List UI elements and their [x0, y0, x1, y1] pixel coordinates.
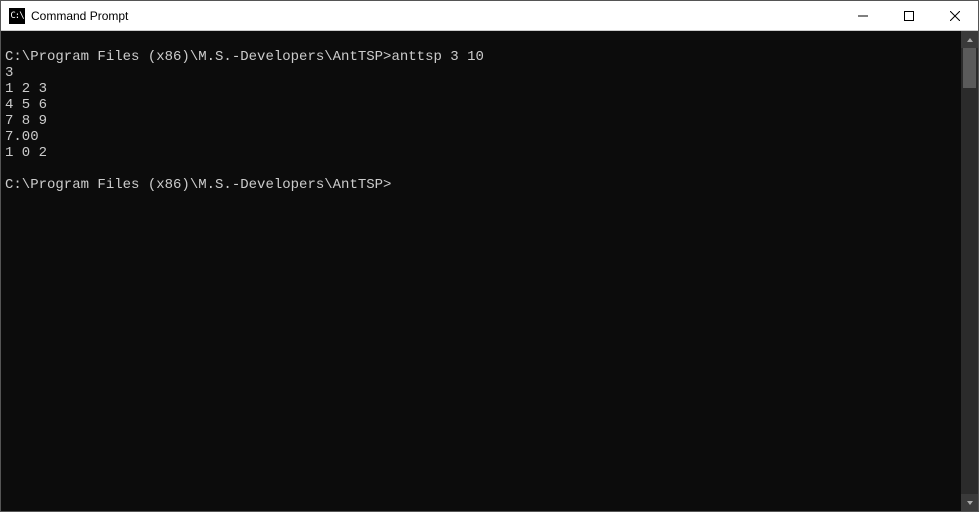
- scroll-up-arrow-icon[interactable]: [961, 31, 978, 48]
- terminal-line: [5, 33, 957, 49]
- terminal-line: 7.00: [5, 129, 957, 145]
- close-button[interactable]: [932, 1, 978, 31]
- terminal-line: 1 2 3: [5, 81, 957, 97]
- client-area: C:\Program Files (x86)\M.S.-Developers\A…: [1, 31, 978, 511]
- terminal-line: 3: [5, 65, 957, 81]
- window-title: Command Prompt: [31, 9, 128, 23]
- maximize-button[interactable]: [886, 1, 932, 31]
- scrollbar-track[interactable]: [961, 48, 978, 494]
- scrollbar-thumb[interactable]: [963, 48, 976, 88]
- scroll-down-arrow-icon[interactable]: [961, 494, 978, 511]
- terminal-line: C:\Program Files (x86)\M.S.-Developers\A…: [5, 49, 957, 65]
- terminal-line: C:\Program Files (x86)\M.S.-Developers\A…: [5, 177, 957, 193]
- terminal-line: 4 5 6: [5, 97, 957, 113]
- terminal-line: 1 0 2: [5, 145, 957, 161]
- terminal-output[interactable]: C:\Program Files (x86)\M.S.-Developers\A…: [1, 31, 961, 511]
- terminal-line: [5, 161, 957, 177]
- cmd-icon: C:\: [9, 8, 25, 24]
- window-titlebar: C:\ Command Prompt: [1, 1, 978, 31]
- terminal-line: 7 8 9: [5, 113, 957, 129]
- vertical-scrollbar[interactable]: [961, 31, 978, 511]
- minimize-button[interactable]: [840, 1, 886, 31]
